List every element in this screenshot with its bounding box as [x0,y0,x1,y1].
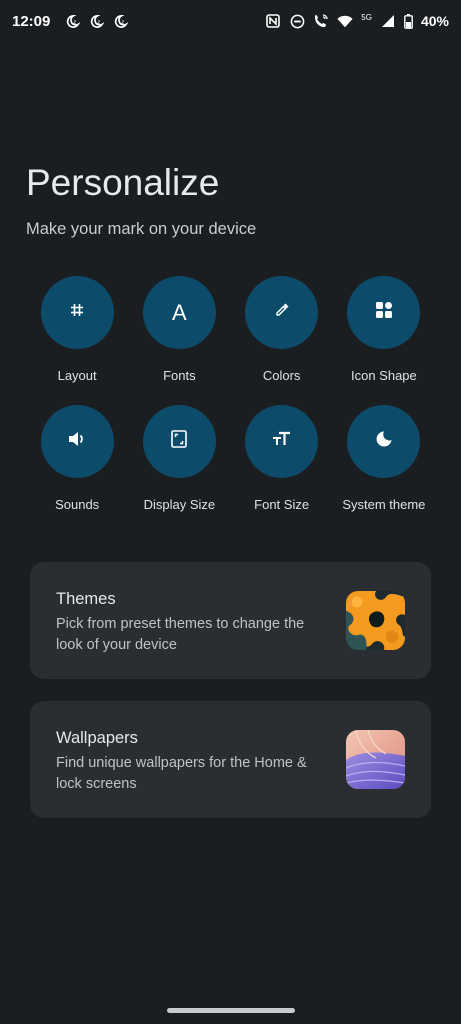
option-fonts[interactable]: A Fonts [128,276,230,405]
wifi-icon [337,13,353,29]
option-label: Fonts [163,368,196,383]
nfc-icon [265,13,281,29]
sounds-button[interactable] [40,405,114,478]
themes-thumbnail [346,591,405,650]
svg-text:z: z [73,19,76,25]
option-label: Sounds [55,497,100,512]
option-label: Icon Shape [350,368,417,383]
layout-button[interactable] [40,276,114,349]
gesture-nav-handle[interactable] [167,1008,295,1013]
font-size-icon [272,431,292,452]
font-icon: A [172,299,187,325]
option-font-size[interactable]: Font Size [231,405,333,534]
option-system-theme[interactable]: System theme [333,405,435,534]
wifi-calling-icon [313,13,329,29]
display-size-icon [171,430,188,453]
svg-text:z: z [97,19,100,25]
page-subtitle: Make your mark on your device [26,220,257,238]
status-right: 5G 40% [265,13,449,30]
wallpapers-card-description: Find unique wallpapers for the Home & lo… [56,755,307,792]
page-title: Personalize [26,162,220,203]
option-label: Display Size [143,497,216,512]
bedtime-icon: z [112,13,128,29]
bedtime-icon: z [64,13,80,29]
status-bar: 12:09 z z z 5G 40% [0,0,461,42]
option-icon-shape[interactable]: Icon Shape [333,276,435,405]
option-label: System theme [342,497,426,512]
network-type-label: 5G [361,12,372,22]
fonts-button[interactable]: A [142,276,216,349]
font-size-button[interactable] [245,405,319,478]
do-not-disturb-icon [289,13,305,29]
system-theme-button[interactable] [347,405,421,478]
svg-text:z: z [121,19,124,25]
battery-icon [404,13,413,29]
option-colors[interactable]: Colors [231,276,333,405]
status-left: 12:09 z z z [12,13,128,30]
wallpapers-card[interactable]: Wallpapers Find unique wallpapers for th… [30,701,431,818]
themes-card[interactable]: Themes Pick from preset themes to change… [30,562,431,679]
option-label: Font Size [254,497,310,512]
wallpapers-thumbnail [346,730,405,789]
personalize-options-grid: Layout A Fonts Colors Icon Shape Sounds [26,276,435,534]
signal-icon [380,13,396,29]
colors-button[interactable] [245,276,319,349]
moon-icon [375,430,393,453]
volume-icon [67,430,87,453]
status-time: 12:09 [12,12,51,30]
option-label: Layout [57,368,97,383]
display-size-button[interactable] [142,405,216,478]
grid-icon [69,302,85,323]
bedtime-icon: z [88,13,104,29]
eyedropper-icon [273,301,291,324]
icon-shape-button[interactable] [347,276,421,349]
option-display-size[interactable]: Display Size [128,405,230,534]
themes-card-description: Pick from preset themes to change the lo… [56,616,305,653]
option-label: Colors [262,368,301,383]
option-layout[interactable]: Layout [26,276,128,405]
battery-percent: 40% [420,13,449,29]
icon-shape-icon [375,301,393,324]
option-sounds[interactable]: Sounds [26,405,128,534]
